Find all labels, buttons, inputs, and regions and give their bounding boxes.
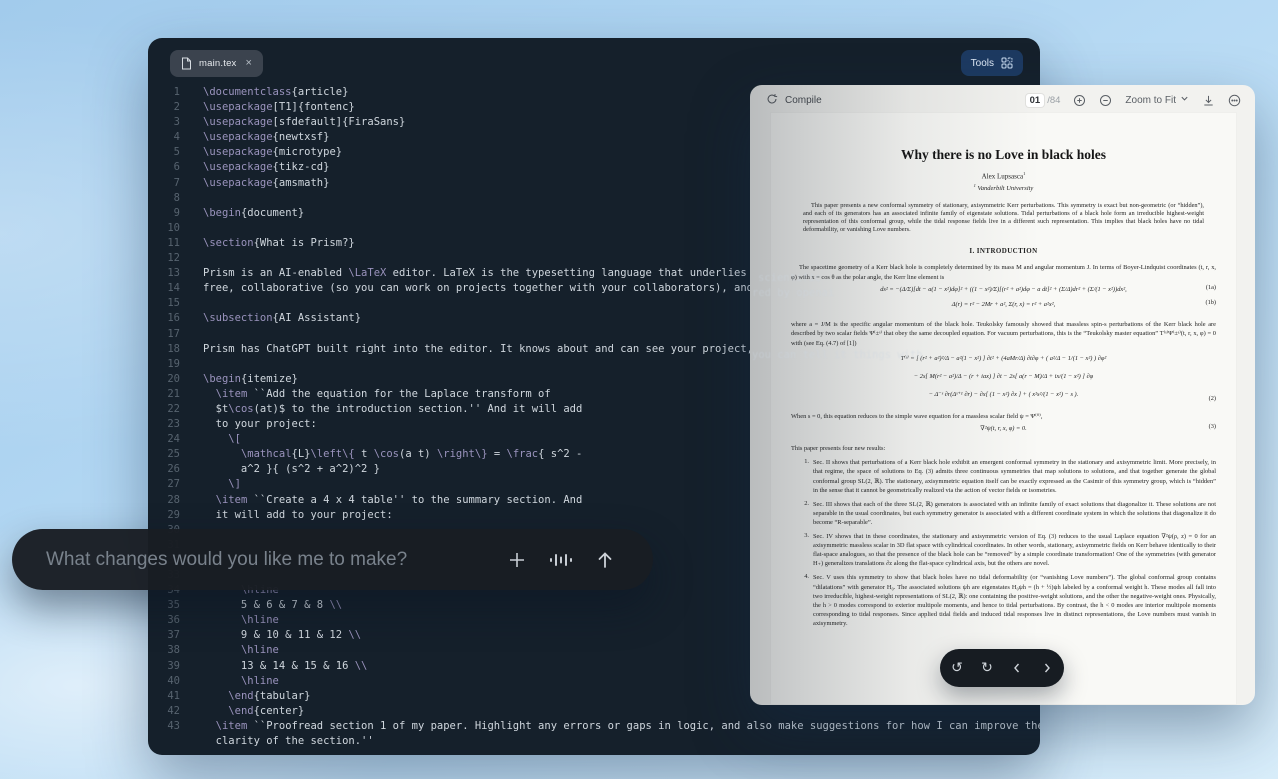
zoom-in-button[interactable] xyxy=(1073,94,1086,107)
paper-abstract: This paper presents a new conformal symm… xyxy=(803,202,1204,233)
paper-affiliation: 1 Vanderbilt University xyxy=(791,183,1216,192)
zoom-to-fit-label: Zoom to Fit xyxy=(1125,95,1176,106)
compile-button[interactable]: Compile xyxy=(766,93,822,108)
tools-button[interactable]: Tools xyxy=(961,50,1023,76)
page-total: /84 xyxy=(1047,95,1060,106)
paper-results-list: 1.Sec. II shows that perturbations of a … xyxy=(791,458,1216,628)
paper-author: Alex Lupsasca1 xyxy=(791,171,1216,180)
more-options-button[interactable] xyxy=(1228,94,1241,107)
page-indicator: 01 /84 xyxy=(1026,94,1061,107)
page-number-input[interactable]: 01 xyxy=(1026,94,1045,107)
code-line[interactable]: 43 \item ``Proofread section 1 of my pap… xyxy=(148,719,1040,734)
compile-refresh-icon xyxy=(766,93,778,108)
paper-paragraph-1: The spacetime geometry of a Kerr black h… xyxy=(791,263,1216,282)
paper-paragraph-4: This paper presents four new results: xyxy=(791,444,1216,453)
chat-input-bar xyxy=(12,529,653,590)
send-button[interactable] xyxy=(583,538,627,582)
paper-title: Why there is no Love in black holes xyxy=(791,147,1216,163)
desktop: main.tex × Tools 1\documentclass{article… xyxy=(0,0,1278,779)
code-line[interactable]: clarity of the section.'' xyxy=(148,734,1040,749)
tab-main-tex[interactable]: main.tex × xyxy=(170,50,263,77)
tools-grid-icon xyxy=(1001,57,1013,69)
close-icon[interactable]: × xyxy=(246,58,252,69)
tab-bar: main.tex × Tools xyxy=(148,38,1040,84)
tab-label: main.tex xyxy=(199,58,237,69)
paper-paragraph-3: When s = 0, this equation reduces to the… xyxy=(791,412,1216,421)
paper-list-item: 1.Sec. II shows that perturbations of a … xyxy=(801,458,1216,494)
pdf-toolbar: Compile 01 /84 Zoom to xyxy=(750,85,1255,115)
prev-page-button[interactable] xyxy=(1004,653,1030,683)
next-page-button[interactable] xyxy=(1034,653,1060,683)
equation-row: − Δ⁻ˢ ∂r(Δˢ⁺¹ ∂r) − ∂x[ (1 − x²) ∂x ] + … xyxy=(791,386,1216,404)
code-line[interactable]: 42 \end{center} xyxy=(148,704,1040,719)
paper-list-item: 4.Sec. V uses this symmetry to show that… xyxy=(801,573,1216,628)
zoom-to-fit-dropdown[interactable]: Zoom to Fit xyxy=(1125,94,1189,106)
paper-list-item: 3.Sec. IV shows that in these coordinate… xyxy=(801,532,1216,568)
zoom-out-button[interactable] xyxy=(1099,94,1112,107)
paper-equation-1a: ds² = −(Δ/Σ)[dt − a(1 − x²)dφ]² + ((1 − … xyxy=(791,282,1216,297)
ghost-code-text: you can tell it things with xyxy=(752,349,923,361)
download-button[interactable] xyxy=(1202,94,1215,107)
compile-label: Compile xyxy=(785,95,822,106)
paper-list-item: 2.Sec. III shows that each of the three … xyxy=(801,500,1216,527)
pdf-nav-bar: ↺ ↻ xyxy=(940,649,1064,687)
attach-button[interactable] xyxy=(495,538,539,582)
redo-button[interactable]: ↻ xyxy=(974,653,1000,683)
tools-button-label: Tools xyxy=(971,58,994,69)
chevron-down-icon xyxy=(1180,94,1189,106)
chat-input[interactable] xyxy=(46,549,495,571)
paper-equation-3: ∇²ψ(t, r, x, φ) = 0.(3) xyxy=(791,421,1216,436)
paper-section-heading: I. INTRODUCTION xyxy=(791,247,1216,255)
voice-input-button[interactable] xyxy=(539,538,583,582)
equation-row: − 2s[ M(r² − a²)/Δ − (r + iax) ] ∂t − 2s… xyxy=(791,368,1216,386)
paper-paragraph-2: where a = J/M is the specific angular mo… xyxy=(791,320,1216,348)
file-icon xyxy=(181,57,192,70)
pdf-page[interactable]: Why there is no Love in black holes Alex… xyxy=(770,112,1237,705)
ghost-code-text: red by openai xyxy=(752,287,834,299)
ghost-code-text: scientific xyxy=(758,272,821,284)
undo-button[interactable]: ↺ xyxy=(944,653,970,683)
pdf-preview-panel: scientific red by openai you can tell it t… xyxy=(750,85,1255,705)
paper-equation-1b: Δ(r) = r² − 2Mr + a², Σ(r, x) = r² + a²x… xyxy=(791,297,1216,312)
pdf-toolbar-right: 01 /84 Zoom to Fit xyxy=(1026,94,1241,107)
